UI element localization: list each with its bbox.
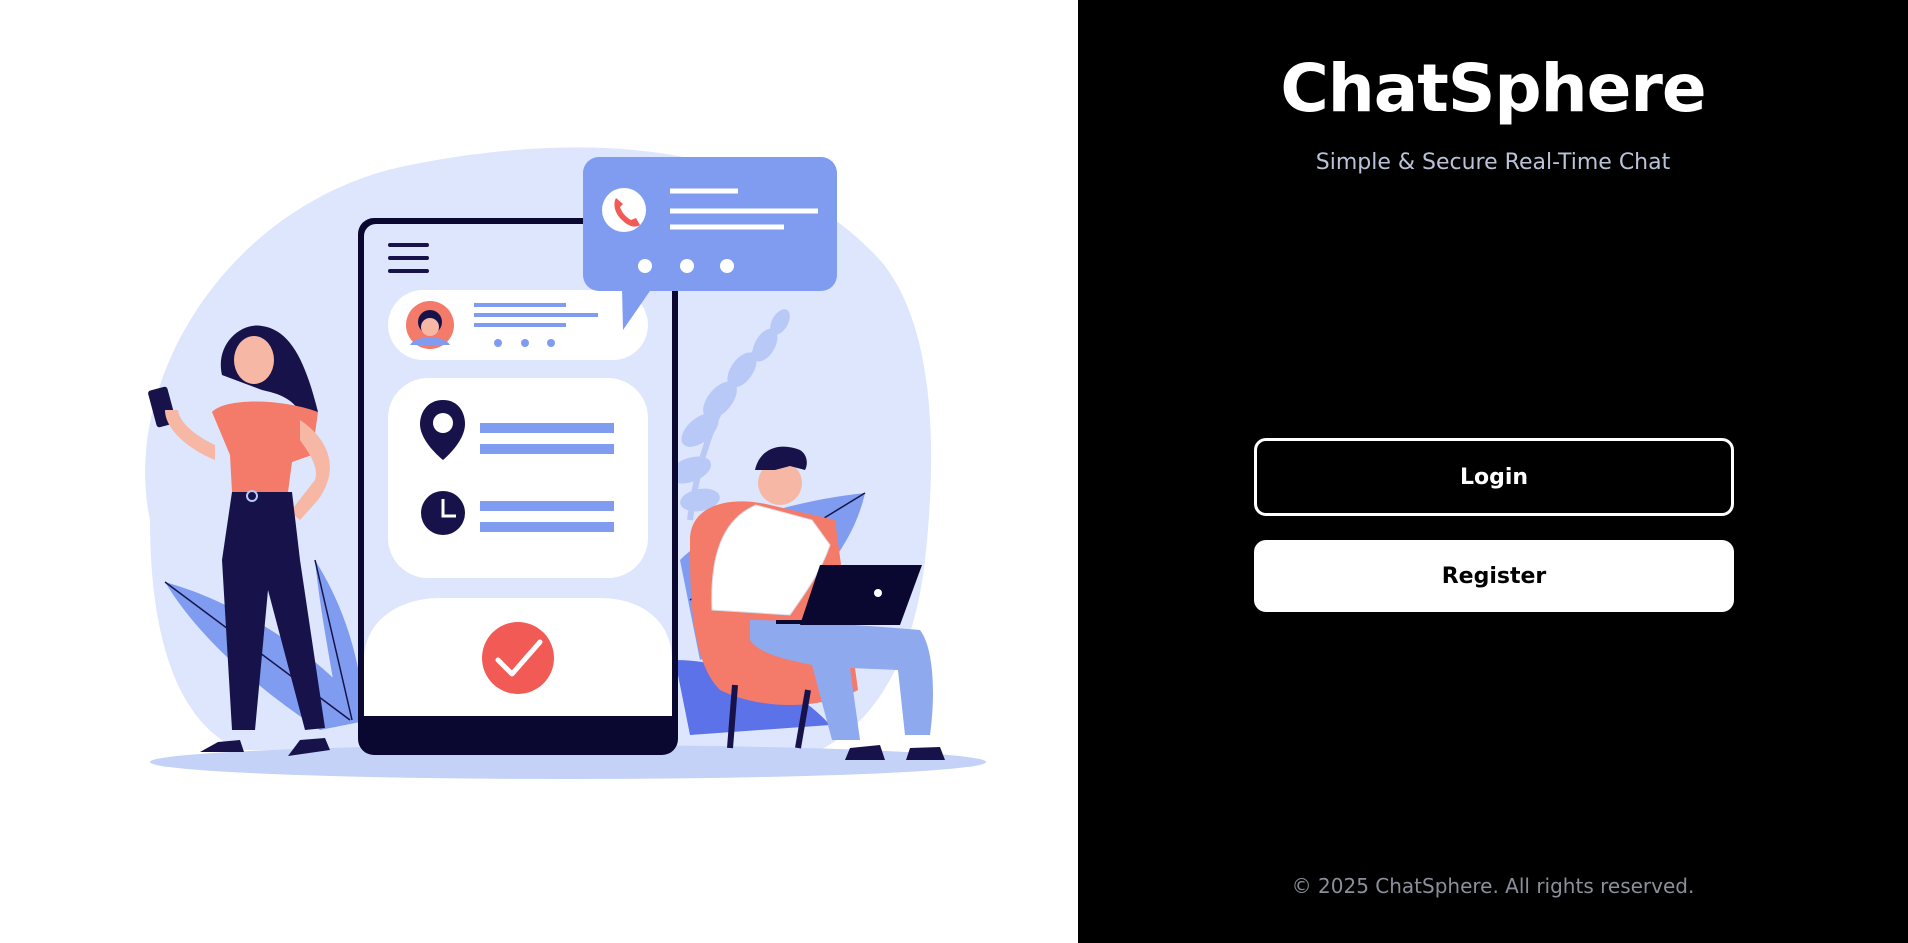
checkmark-icon	[482, 622, 554, 694]
welcome-page: ChatSphere Simple & Secure Real-Time Cha…	[0, 0, 1908, 943]
auth-panel: ChatSphere Simple & Secure Real-Time Cha…	[1078, 0, 1908, 943]
login-button[interactable]: Login	[1254, 438, 1734, 516]
register-button[interactable]: Register	[1254, 540, 1734, 612]
app-title: ChatSphere	[1280, 50, 1706, 127]
copyright-footer: © 2025 ChatSphere. All rights reserved.	[1291, 874, 1695, 898]
clock-icon	[421, 491, 465, 535]
app-subtitle: Simple & Secure Real-Time Chat	[1315, 150, 1671, 175]
chat-illustration	[145, 147, 986, 779]
illustration-panel	[0, 0, 1078, 943]
